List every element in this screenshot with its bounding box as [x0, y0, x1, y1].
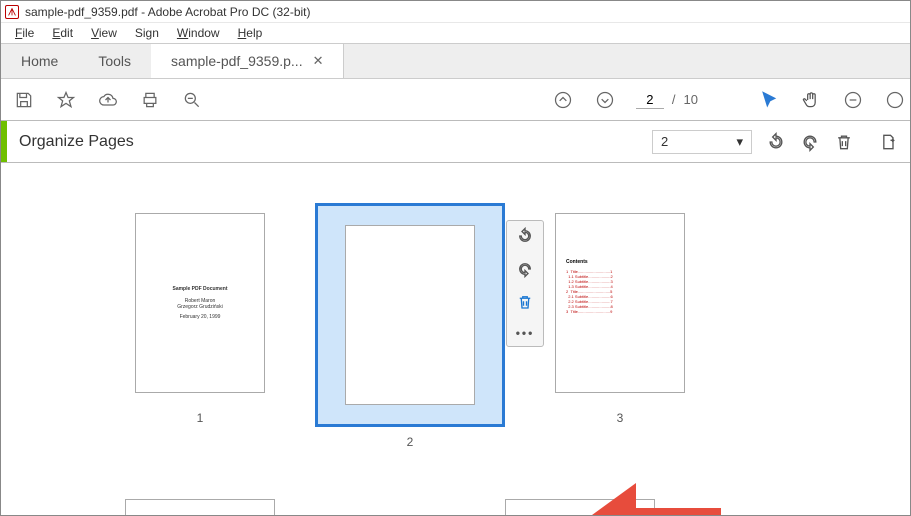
- page1-label: 1: [197, 411, 204, 425]
- page-separator: /: [672, 92, 676, 107]
- thumb-page-1[interactable]: Sample PDF Document Robert Maron Grzegor…: [125, 203, 275, 425]
- menu-bar: File Edit View Sign Window Help: [1, 23, 910, 43]
- zoom-out-icon[interactable]: [181, 89, 203, 111]
- page1-author2: Grzegorz Grudziński: [177, 304, 223, 310]
- menu-file[interactable]: File: [7, 24, 42, 42]
- organize-title: Organize Pages: [7, 133, 134, 151]
- page3-heading: Contents: [566, 259, 588, 265]
- page-rotate-cw-button[interactable]: [516, 260, 534, 281]
- tab-home[interactable]: Home: [1, 44, 78, 78]
- page-total: 10: [684, 92, 698, 107]
- cloud-upload-icon[interactable]: [97, 89, 119, 111]
- thumb-page-3[interactable]: Contents 1 Title........................…: [545, 203, 695, 425]
- page-actions-popup: •••: [506, 220, 544, 347]
- menu-sign[interactable]: Sign: [127, 24, 167, 42]
- page3-label: 3: [617, 411, 624, 425]
- save-icon[interactable]: [13, 89, 35, 111]
- page3-toc-mock: 1 Title.............................1 1.…: [566, 269, 613, 314]
- page-delete-button[interactable]: [516, 293, 534, 314]
- tab-document[interactable]: sample-pdf_9359.p... ✕: [151, 44, 344, 78]
- page-up-icon[interactable]: [552, 89, 574, 111]
- page2-label: 2: [407, 435, 414, 449]
- menu-edit[interactable]: Edit: [44, 24, 81, 42]
- thumb-page-2[interactable]: ••• 2: [315, 203, 505, 449]
- extract-page-button[interactable]: [876, 130, 900, 154]
- zoom-minus-icon[interactable]: [842, 89, 864, 111]
- title-bar: sample-pdf_9359.pdf - Adobe Acrobat Pro …: [1, 1, 910, 23]
- page-down-icon[interactable]: [594, 89, 616, 111]
- menu-help[interactable]: Help: [230, 24, 271, 42]
- page-navigator: / 10: [636, 91, 698, 109]
- delete-page-button[interactable]: [832, 130, 856, 154]
- thumb-page-4-partial[interactable]: [125, 499, 275, 515]
- thumbs-row-2: [25, 499, 886, 515]
- page1-date: February 20, 1999: [180, 314, 221, 320]
- menu-view[interactable]: View: [83, 24, 125, 42]
- print-icon[interactable]: [139, 89, 161, 111]
- app-icon: [5, 5, 19, 19]
- window-title: sample-pdf_9359.pdf - Adobe Acrobat Pro …: [25, 5, 311, 19]
- annotation-arrow: [581, 483, 721, 515]
- tab-strip: Home Tools sample-pdf_9359.p... ✕: [1, 43, 910, 79]
- main-toolbar: / 10: [1, 79, 910, 121]
- pointer-icon[interactable]: [758, 89, 780, 111]
- menu-window[interactable]: Window: [169, 24, 228, 42]
- tab-tools[interactable]: Tools: [78, 44, 151, 78]
- more-icon[interactable]: [884, 89, 906, 111]
- dropdown-value: 2: [661, 134, 668, 149]
- page-more-button[interactable]: •••: [516, 326, 535, 340]
- rotate-ccw-button[interactable]: [764, 130, 788, 154]
- thumbnails-area: Sample PDF Document Robert Maron Grzegor…: [1, 163, 910, 515]
- star-icon[interactable]: [55, 89, 77, 111]
- tab-close-icon[interactable]: ✕: [313, 53, 324, 69]
- page-range-dropdown[interactable]: 2 ▾: [652, 130, 752, 154]
- hand-icon[interactable]: [800, 89, 822, 111]
- tab-document-label: sample-pdf_9359.p...: [171, 53, 303, 69]
- page-rotate-ccw-button[interactable]: [516, 227, 534, 248]
- rotate-cw-button[interactable]: [798, 130, 822, 154]
- chevron-down-icon: ▾: [736, 134, 743, 150]
- organize-pages-bar: Organize Pages 2 ▾: [1, 121, 910, 163]
- page-number-input[interactable]: [636, 91, 664, 109]
- page1-title: Sample PDF Document: [172, 286, 227, 292]
